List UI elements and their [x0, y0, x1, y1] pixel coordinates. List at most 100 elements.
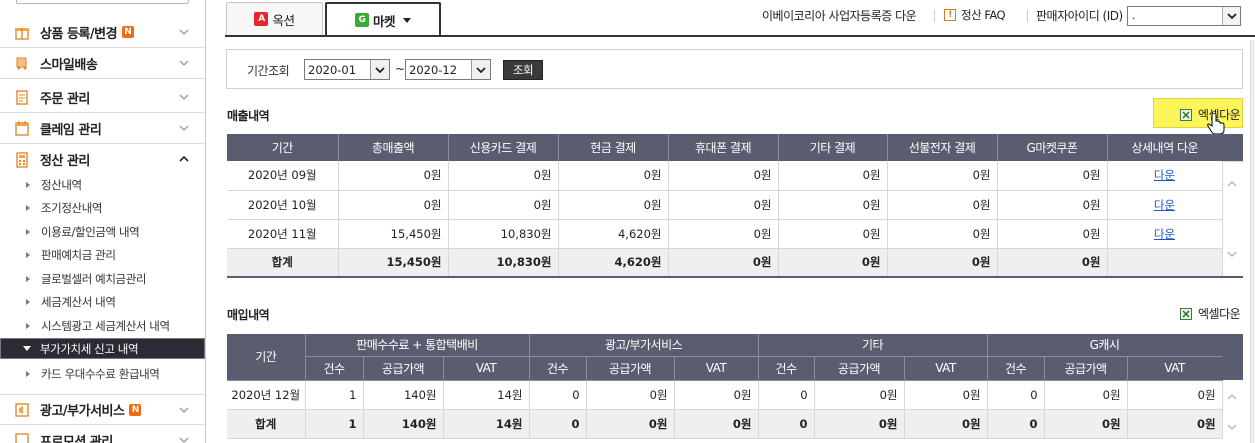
sidebar-menu-label: 클레임 관리 — [40, 122, 102, 138]
sidebar-menu-claims[interactable]: 클레임 관리 — [0, 113, 205, 144]
chevron-up-icon[interactable] — [1227, 180, 1237, 188]
clipboard-icon — [14, 89, 30, 105]
chevron-down-icon — [179, 27, 189, 37]
chevron-down-icon[interactable] — [1227, 419, 1237, 433]
caret-right-icon — [26, 298, 30, 305]
sidebar-menu-label: 광고/부가서비스 — [40, 404, 125, 419]
chevron-down-icon[interactable] — [1227, 250, 1237, 258]
sidebar-subitem[interactable]: 조기정산내역 — [0, 196, 205, 219]
col-header: 총매출액 — [338, 134, 449, 161]
page-scrollbar[interactable] — [1250, 40, 1255, 443]
detail-download-link[interactable]: 다운 — [1154, 168, 1175, 182]
sidebar-subitem[interactable]: 정산내역 — [0, 173, 205, 196]
caret-right-icon — [26, 275, 30, 282]
sidebar-menu-promotion[interactable]: 프로모션 관리 — [0, 425, 205, 443]
col-header: VAT — [674, 356, 759, 381]
gift-icon — [14, 24, 30, 40]
purchase-subheader-row: 건수 공급가액 VAT 건수 공급가액 VAT 건수 공급가액 VAT 건수 공… — [227, 356, 1223, 381]
col-header: 건수 — [305, 356, 364, 381]
col-header: VAT — [1127, 356, 1223, 381]
tag-icon — [14, 432, 30, 443]
settlement-faq-link[interactable]: ! 정산 FAQ — [944, 7, 1006, 23]
caret-right-icon — [26, 322, 30, 329]
sales-table: 기간 총매출액 신용카드 결제 현금 결제 휴대폰 결제 기타 결제 선불전자 … — [227, 134, 1223, 278]
col-header: 건수 — [758, 356, 815, 381]
calendar-icon — [14, 120, 30, 136]
tab-underline — [225, 35, 1255, 37]
col-header: VAT — [443, 356, 530, 381]
sidebar-subitem[interactable]: 세금계산서 내역 — [0, 290, 205, 313]
tab-gmarket[interactable]: G 마켓 — [325, 2, 441, 36]
sidebar-menu-product[interactable]: 상품 등록/변경 N — [0, 17, 205, 48]
caret-down-icon — [403, 17, 411, 23]
sidebar-menu-smile-delivery[interactable]: 스마일배송 — [0, 48, 205, 79]
period-label: 기간조회 — [247, 64, 290, 78]
divider — [934, 10, 935, 22]
period-from-select[interactable]: 2020-01 — [304, 59, 390, 80]
col-header: 건수 — [987, 356, 1045, 381]
table-row: 2020년 11월 15,450원 10,830원 4,620원 0원 0원 0… — [227, 219, 1223, 249]
tab-label: 옥션 — [272, 12, 295, 28]
col-header: 기타 결제 — [778, 134, 888, 161]
seller-id-select[interactable]: . — [1127, 6, 1241, 26]
chevron-down-icon — [179, 123, 189, 133]
new-badge: N — [122, 26, 135, 38]
caret-right-icon — [26, 370, 30, 377]
chevron-up-icon[interactable] — [1227, 389, 1237, 403]
calculator-icon — [14, 151, 30, 168]
chevron-down-icon — [179, 405, 189, 415]
caret-down-icon — [23, 346, 31, 351]
sidebar-subitem[interactable]: 이용료/할인금액 내역 — [0, 220, 205, 243]
scrollbar-header — [1222, 134, 1243, 161]
detail-download-link[interactable]: 다운 — [1154, 227, 1175, 241]
sidebar-subitem-selected[interactable]: 부가가치세 신고 내역 — [0, 338, 205, 359]
table-row: 2020년 10월 0원 0원 0원 0원 0원 0원 0원 다운 — [227, 190, 1223, 220]
sidebar-subitem[interactable]: 판매예치금 관리 — [0, 243, 205, 266]
sales-scrollbar[interactable] — [1222, 161, 1243, 278]
auction-logo-icon: A — [254, 12, 269, 26]
sidebar-menu-label: 정산 관리 — [40, 154, 90, 169]
purchase-table: 기간 판매수수료 + 통합택배비 광고/부가서비스 기타 G캐시 건수 공급가액… — [227, 334, 1223, 439]
caret-right-icon — [26, 181, 30, 188]
sidebar-menu-orders[interactable]: 주문 관리 — [0, 82, 205, 113]
detail-download-link[interactable]: 다운 — [1154, 198, 1175, 212]
period-to-select[interactable]: 2020-12 — [405, 59, 491, 80]
col-header: G마켓쿠폰 — [997, 134, 1108, 161]
purchase-excel-download-button[interactable]: 엑셀다운 — [1180, 305, 1241, 322]
chevron-down-icon — [370, 60, 389, 79]
sidebar-subitem[interactable]: 카드 우대수수료 환급내역 — [0, 362, 205, 385]
tab-auction[interactable]: A 옥션 — [226, 2, 323, 35]
business-cert-download-link[interactable]: 이베이코리아 사업자등록증 다운 — [762, 7, 917, 24]
group-header: G캐시 — [987, 334, 1223, 357]
col-header: 공급가액 — [363, 356, 444, 381]
gmarket-logo-icon: G — [354, 13, 369, 27]
chevron-down-icon — [179, 58, 189, 68]
purchase-section-title: 매입내역 — [227, 308, 270, 322]
tab-label: 마켓 — [372, 13, 396, 29]
chevron-up-icon — [179, 154, 189, 164]
caret-right-icon — [26, 228, 30, 235]
sidebar: 상품 등록/변경 N 스마일배송 주문 관리 클레임 관리 정산 관리 정산내역… — [0, 0, 206, 443]
chevron-down-icon — [1222, 7, 1240, 25]
group-header: 판매수수료 + 통합택배비 — [305, 334, 530, 357]
scrollbar-header — [1222, 334, 1243, 380]
sidebar-menu-ads[interactable]: 광고/부가서비스 N — [0, 394, 205, 425]
total-row: 합계 15,450원 10,830원 4,620원 0원 0원 0원 0원 — [227, 248, 1223, 278]
alert-icon: ! — [944, 9, 956, 21]
col-header: VAT — [904, 356, 988, 381]
group-header: 기타 — [758, 334, 988, 357]
query-button[interactable]: 조회 — [503, 60, 543, 80]
sidebar-menu-label: 상품 등록/변경 — [40, 26, 118, 42]
sales-section-title: 매출내역 — [227, 109, 270, 123]
col-header: 건수 — [529, 356, 587, 381]
table-row: 2020년 09월 0원 0원 0원 0원 0원 0원 0원 다운 — [227, 161, 1223, 191]
col-header: 기간 — [227, 134, 339, 161]
truck-icon — [14, 55, 30, 71]
sidebar-subitem[interactable]: 시스템광고 세금계산서 내역 — [0, 314, 205, 337]
sidebar-search-input[interactable] — [16, 0, 189, 4]
sales-header-row: 기간 총매출액 신용카드 결제 현금 결제 휴대폰 결제 기타 결제 선불전자 … — [227, 134, 1222, 161]
sidebar-subitem[interactable]: 글로벌셀러 예치금관리 — [0, 267, 205, 290]
sidebar-menu-settlement[interactable]: 정산 관리 — [0, 144, 205, 175]
col-header: 현금 결제 — [558, 134, 669, 161]
table-row: 2020년 12월 1 140원 14원 0 0원 0원 0 0원 0원 0 0… — [227, 380, 1223, 410]
